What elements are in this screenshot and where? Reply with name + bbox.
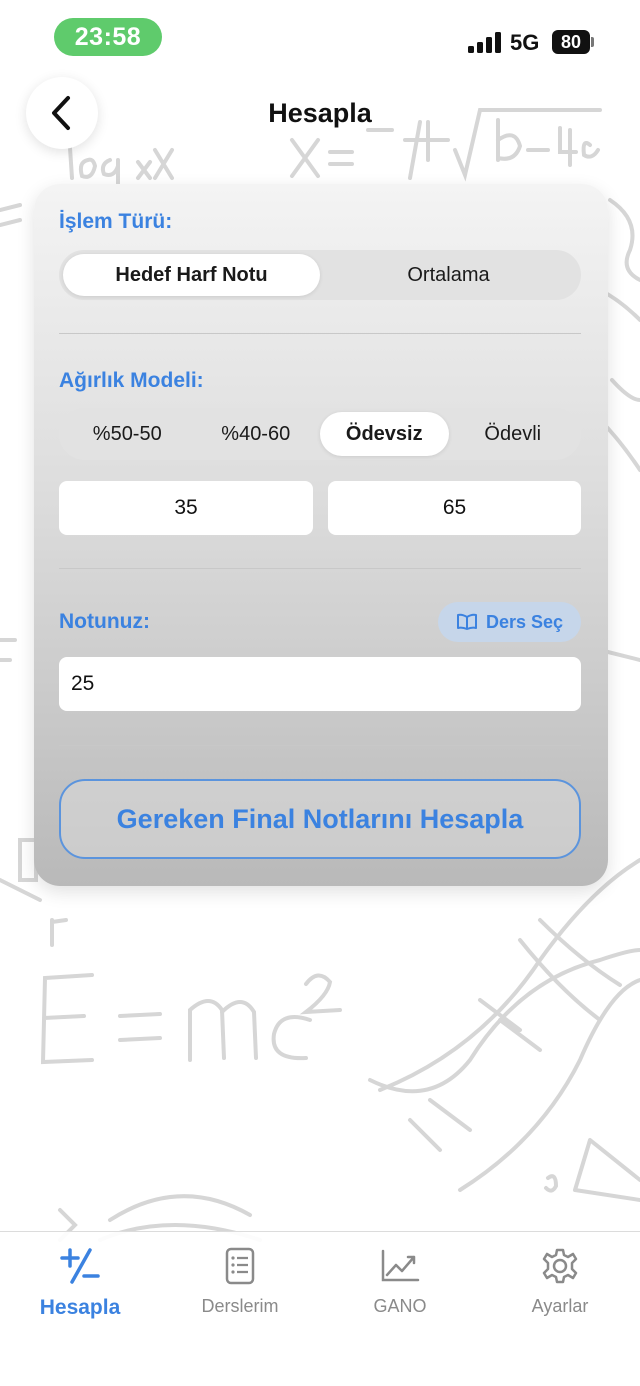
divider [59, 333, 581, 334]
tab-label: Ayarlar [531, 1296, 589, 1316]
operation-type-segmented-control: Hedef Harf Notu Ortalama [59, 250, 581, 300]
plus-minus-icon [60, 1248, 100, 1284]
weight-model-label: Ağırlık Modeli: [59, 369, 204, 392]
midterm-weight-field[interactable]: 35 [59, 481, 313, 535]
gear-icon [542, 1248, 578, 1284]
tab-bar: Hesapla Derslerim GANO Ayarlar [0, 1231, 640, 1386]
weight-option-40-60[interactable]: %40-60 [192, 412, 321, 456]
grade-label: Notunuz: [59, 610, 150, 633]
select-course-button[interactable]: Ders Seç [438, 602, 581, 642]
battery-level: 80 [552, 30, 590, 54]
status-time[interactable]: 23:58 [54, 18, 162, 56]
tab-hesapla[interactable]: Hesapla [0, 1246, 160, 1320]
divider [59, 568, 581, 569]
tab-label: Hesapla [39, 1296, 121, 1319]
weight-option-odevli[interactable]: Ödevli [449, 412, 578, 456]
operation-option-ortalama[interactable]: Ortalama [320, 254, 577, 296]
tab-ayarlar[interactable]: Ayarlar [480, 1246, 640, 1317]
operation-type-label: İşlem Türü: [59, 210, 173, 233]
calculator-card: İşlem Türü: Hedef Harf Notu Ortalama Ağı… [34, 184, 608, 886]
tab-gano[interactable]: GANO [320, 1246, 480, 1317]
divider [59, 745, 581, 746]
operation-option-hedef-harf-notu[interactable]: Hedef Harf Notu [63, 254, 320, 296]
cellular-signal-icon [468, 31, 502, 53]
weight-option-odevsiz[interactable]: Ödevsiz [320, 412, 449, 456]
tab-derslerim[interactable]: Derslerim [160, 1246, 320, 1317]
weight-model-segmented-control: %50-50 %40-60 Ödevsiz Ödevli [59, 408, 581, 460]
book-icon [456, 613, 477, 630]
page-title: Hesapla [268, 98, 372, 128]
tab-label: Derslerim [201, 1296, 279, 1316]
chart-trend-icon [381, 1249, 420, 1282]
calculate-final-grades-button[interactable]: Gereken Final Notlarını Hesapla [59, 779, 581, 859]
grade-input[interactable]: 25 [59, 657, 581, 711]
weight-option-50-50[interactable]: %50-50 [63, 412, 192, 456]
tab-label: GANO [373, 1296, 427, 1316]
status-bar: 23:58 5G 80 [0, 0, 640, 80]
list-document-icon [225, 1247, 255, 1285]
calculate-button-label: Gereken Final Notlarını Hesapla [116, 803, 524, 834]
final-weight-field[interactable]: 65 [328, 481, 581, 535]
network-type: 5G [510, 30, 540, 55]
select-course-label: Ders Seç [485, 611, 564, 632]
battery-icon [591, 37, 594, 47]
